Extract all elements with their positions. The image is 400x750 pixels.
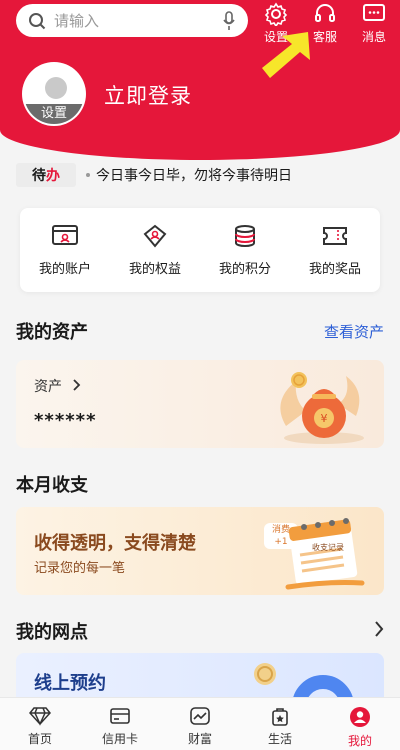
shopping-bag-icon — [272, 708, 288, 726]
coin-icon — [254, 663, 276, 685]
tab-wealth[interactable]: 财富 — [160, 698, 240, 750]
my-account-button[interactable]: 我的账户 — [20, 208, 110, 292]
user-icon — [350, 707, 370, 727]
my-points-label: 我的积分 — [218, 262, 271, 277]
tab-life[interactable]: 生活 — [240, 698, 320, 750]
my-benefits-button[interactable]: 我的权益 — [110, 208, 200, 292]
assets-label-row[interactable]: 资产 — [34, 376, 82, 396]
chevron-right-icon[interactable] — [374, 621, 384, 637]
coins-stack-icon — [235, 225, 255, 247]
search-icon — [29, 12, 46, 29]
tab-home-label: 首页 — [27, 732, 52, 746]
my-account-label: 我的账户 — [38, 262, 91, 277]
online-booking-title: 线上预约 — [34, 673, 106, 694]
my-prizes-button[interactable]: 我的奖品 — [290, 208, 380, 292]
quick-actions-card: 我的账户 我的权益 我的积分 我的奖品 — [20, 208, 380, 292]
microphone-icon[interactable] — [222, 10, 236, 31]
message-icon — [363, 4, 385, 21]
todo-text: 今日事今日毕，勿将今事待明日 — [96, 168, 292, 184]
arrow-annotation-icon — [262, 32, 310, 78]
diamond-tag-icon — [143, 224, 167, 248]
assets-label: 资产 — [34, 379, 62, 395]
bullet-dot — [86, 173, 90, 177]
header: 请输入 设置 客服 消息 设置 立即登录 — [0, 0, 400, 160]
diamond-icon — [29, 707, 51, 726]
todo-row[interactable]: 待办 今日事今日毕，勿将今事待明日 — [16, 163, 384, 187]
credit-card-icon — [110, 708, 130, 724]
search-input[interactable]: 请输入 — [54, 10, 222, 31]
my-points-button[interactable]: 我的积分 — [200, 208, 290, 292]
trend-chart-icon — [190, 707, 210, 725]
bottom-tab-bar: 首页 信用卡 财富 生活 我的 — [0, 697, 400, 750]
tab-home[interactable]: 首页 — [0, 698, 80, 750]
svg-text:¥: ¥ — [321, 412, 328, 425]
account-card-icon — [52, 225, 78, 245]
avatar[interactable]: 设置 — [22, 62, 86, 126]
tab-mine-label: 我的 — [347, 734, 372, 748]
my-prizes-label: 我的奖品 — [308, 262, 361, 277]
gear-icon — [264, 2, 288, 26]
tab-life-label: 生活 — [267, 732, 292, 746]
avatar-caption: 设置 — [24, 104, 84, 124]
budget-card[interactable]: 收得透明，支得清楚 记录您的每一笔 消费 +1 收支记录 — [16, 507, 384, 595]
outlets-section-title: 我的网点 — [16, 622, 88, 643]
tab-mine[interactable]: 我的 — [320, 698, 400, 750]
assets-value: ****** — [34, 410, 97, 431]
message-label: 消息 — [361, 30, 386, 44]
messages-button[interactable]: 消息 — [354, 2, 394, 45]
my-benefits-label: 我的权益 — [128, 262, 181, 277]
budget-card-subtitle: 记录您的每一笔 — [34, 561, 126, 576]
chevron-right-icon — [73, 379, 81, 391]
money-bag-icon: ¥ — [280, 372, 364, 444]
assets-card[interactable]: 资产 ****** ¥ — [16, 360, 384, 448]
ticket-icon — [323, 227, 347, 245]
calendar-label: 收支记录 — [312, 543, 344, 552]
budget-card-title: 收得透明，支得清楚 — [34, 533, 196, 554]
todo-badge: 待办 — [16, 163, 76, 187]
tab-credit-card[interactable]: 信用卡 — [80, 698, 160, 750]
headset-icon — [315, 4, 335, 22]
view-assets-link[interactable]: 查看资产 — [324, 321, 384, 342]
tab-credit-card-label: 信用卡 — [101, 732, 138, 746]
search-bar[interactable]: 请输入 — [16, 4, 248, 37]
login-link[interactable]: 立即登录 — [104, 80, 192, 110]
assets-section-title: 我的资产 — [16, 322, 88, 343]
tab-wealth-label: 财富 — [187, 732, 212, 746]
budget-section-title: 本月收支 — [16, 475, 88, 496]
